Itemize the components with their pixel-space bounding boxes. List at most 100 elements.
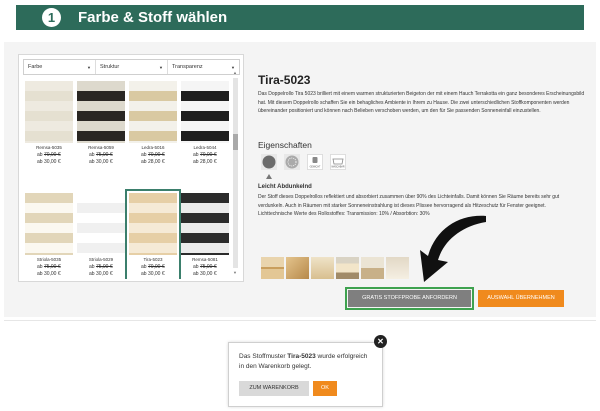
scroll-down-icon[interactable]: ▼ [233, 270, 237, 275]
fabric-price: ab 75,00 € ab 30,00 € [77, 264, 125, 278]
fabric-grid: Remsa-5035 ab 70,00 € ab 30,00 € Remsa-5… [23, 81, 231, 279]
fabric-swatch-image [181, 81, 229, 143]
old-price: 70,00 € [43, 152, 61, 158]
filter-transparenz-dropdown[interactable]: Transparenz ▼ [168, 60, 239, 74]
fabric-price: ab 70,00 € ab 30,00 € [25, 152, 73, 166]
wash-icon[interactable]: WASCHBAR [330, 154, 346, 170]
selected-property-indicator [266, 174, 272, 179]
property-technical: Lichttechnische Werte des Rollostoffes: … [258, 211, 430, 218]
property-text: Der Stoff dieses Doppelrollos reflektier… [258, 194, 560, 209]
current-price: 30,00 € [43, 159, 61, 165]
gallery-thumbnail[interactable] [286, 257, 309, 279]
fabric-tile[interactable]: Striola-5035 ab 75,00 € ab 30,00 € [25, 193, 73, 278]
fabric-selector: Farbe ▼ Struktur ▼ Transparenz ▼ Remsa-5… [18, 54, 244, 282]
fabric-tile[interactable]: Remsa-5035 ab 70,00 € ab 30,00 € [25, 81, 73, 166]
accept-selection-button[interactable]: AUSWAHL ÜBERNEHMEN [478, 290, 564, 307]
filter-struktur-dropdown[interactable]: Struktur ▼ [96, 60, 168, 74]
filter-label: Transparenz [172, 64, 203, 70]
price-prefix: ab [37, 264, 43, 270]
fabric-swatch-image [129, 193, 177, 255]
cart-confirmation-popup: Das Stoffmuster Tira-5023 wurde erfolgre… [228, 342, 383, 407]
fabric-name: Striola-5035 [36, 257, 62, 262]
close-icon[interactable]: ✕ [374, 335, 387, 348]
old-price: 75,00 € [199, 264, 217, 270]
product-gallery [261, 257, 409, 279]
fabric-name: Tira-5023 [143, 257, 163, 262]
caret-down-icon: ▼ [231, 64, 235, 70]
fabric-price: ab 70,00 € ab 28,00 € [181, 152, 229, 166]
old-price: 75,00 € [95, 264, 113, 270]
price-prefix: ab [141, 264, 147, 270]
filter-label: Farbe [28, 64, 43, 70]
gallery-thumbnail[interactable] [261, 257, 284, 279]
fabric-price: ab 75,00 € ab 30,00 € [77, 152, 125, 166]
fabric-tile[interactable]: Striola-5029 ab 75,00 € ab 30,00 € [77, 193, 125, 278]
price-prefix: ab [141, 152, 147, 158]
caret-down-icon: ▼ [87, 64, 91, 70]
popup-message: Das Stoffmuster Tira-5023 wurde erfolgre… [239, 352, 374, 371]
fabric-name: Remsa-5035 [36, 145, 62, 150]
fabric-price: ab 70,00 € ab 28,00 € [129, 152, 177, 166]
price-prefix: ab [37, 159, 43, 165]
section-header: 1 Farbe & Stoff wählen [16, 5, 584, 30]
gallery-thumbnail[interactable] [361, 257, 384, 279]
price-prefix: ab [37, 152, 43, 158]
current-price: 30,00 € [147, 271, 165, 277]
fabric-price: ab 75,00 € ab 30,00 € [181, 264, 229, 278]
product-title: Tira-5023 [258, 73, 311, 87]
scrollbar-thumb[interactable] [233, 134, 238, 150]
go-to-cart-button[interactable]: ZUM WARENKORB [239, 381, 309, 396]
popup-product: Tira-5023 [287, 353, 316, 360]
fabric-tile[interactable]: Ledra-5044 ab 70,00 € ab 28,00 € [181, 81, 229, 166]
gallery-thumbnail[interactable] [336, 257, 359, 279]
old-price: 70,00 € [147, 152, 165, 158]
fabric-tile[interactable]: Remsa-5081 ab 75,00 € ab 30,00 € [181, 193, 229, 278]
price-prefix: ab [89, 152, 95, 158]
weight-icon[interactable]: GEWICHT [307, 154, 323, 170]
gallery-thumbnail[interactable] [311, 257, 334, 279]
price-prefix: ab [89, 159, 95, 165]
filter-label: Struktur [100, 64, 120, 70]
fabric-swatch-image [77, 193, 125, 255]
divider [4, 320, 596, 321]
fabric-name: Remsa-5081 [192, 257, 218, 262]
mesh-circle-icon[interactable] [284, 154, 300, 170]
old-price: 70,00 € [147, 264, 165, 270]
gallery-thumbnail[interactable] [386, 257, 409, 279]
price-prefix: ab [89, 264, 95, 270]
fabric-price: ab 70,00 € ab 30,00 € [129, 264, 177, 278]
request-sample-button[interactable]: GRATIS STOFFPROBE ANFORDERN [348, 290, 471, 307]
fabric-tile[interactable]: Remsa-5059 ab 75,00 € ab 30,00 € [77, 81, 125, 166]
price-prefix: ab [193, 152, 199, 158]
current-price: 30,00 € [43, 271, 61, 277]
wash-label: WASCHBAR [331, 166, 345, 169]
fabric-price: ab 75,00 € ab 30,00 € [25, 264, 73, 278]
fabric-name: Ledra-5016 [141, 145, 165, 150]
dark-circle-icon[interactable] [261, 154, 277, 170]
current-price: 30,00 € [95, 159, 113, 165]
price-prefix: ab [37, 271, 43, 277]
property-title: Leicht Abdunkelnd [258, 184, 312, 190]
scroll-up-icon[interactable]: ▲ [233, 70, 237, 75]
filter-bar: Farbe ▼ Struktur ▼ Transparenz ▼ [23, 59, 240, 75]
price-prefix: ab [141, 271, 147, 277]
current-price: 28,00 € [199, 159, 217, 165]
fabric-tile-selected[interactable]: Tira-5023 ab 70,00 € ab 30,00 € [125, 189, 181, 279]
current-price: 30,00 € [199, 271, 217, 277]
filter-farbe-dropdown[interactable]: Farbe ▼ [24, 60, 96, 74]
old-price: 70,00 € [199, 152, 217, 158]
old-price: 75,00 € [95, 152, 113, 158]
fabric-swatch-image [77, 81, 125, 143]
weight-label: GEWICHT [310, 167, 321, 169]
price-prefix: ab [193, 159, 199, 165]
product-description: Das Doppelrollo Tira 5023 brilliert mit … [258, 91, 585, 115]
fabric-name: Remsa-5059 [88, 145, 114, 150]
caret-down-icon: ▼ [159, 64, 163, 70]
fabric-tile[interactable]: Ledra-5016 ab 70,00 € ab 28,00 € [129, 81, 177, 166]
price-prefix: ab [193, 264, 199, 270]
ok-button[interactable]: OK [313, 381, 337, 396]
fabric-swatch-image [25, 81, 73, 143]
scrollbar-track[interactable] [233, 78, 238, 268]
old-price: 75,00 € [43, 264, 61, 270]
fabric-name: Ledra-5044 [193, 145, 217, 150]
